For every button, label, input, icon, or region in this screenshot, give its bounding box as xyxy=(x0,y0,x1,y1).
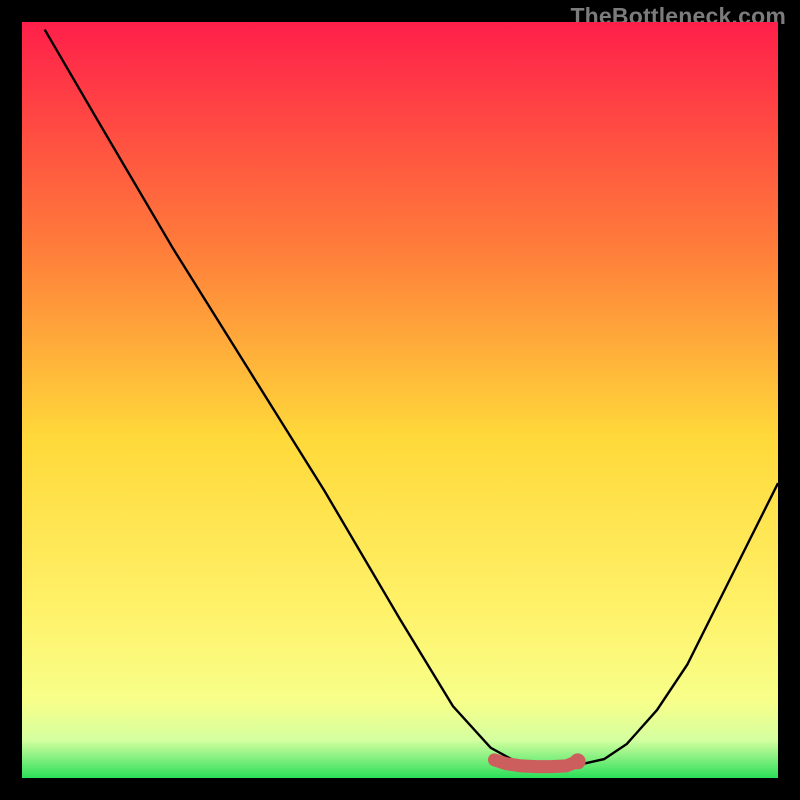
minimum-end-dot xyxy=(570,753,586,769)
gradient-background xyxy=(22,22,778,778)
chart-plot xyxy=(22,22,778,778)
chart-stage: TheBottleneck.com xyxy=(0,0,800,800)
minimum-band-line xyxy=(495,760,578,767)
